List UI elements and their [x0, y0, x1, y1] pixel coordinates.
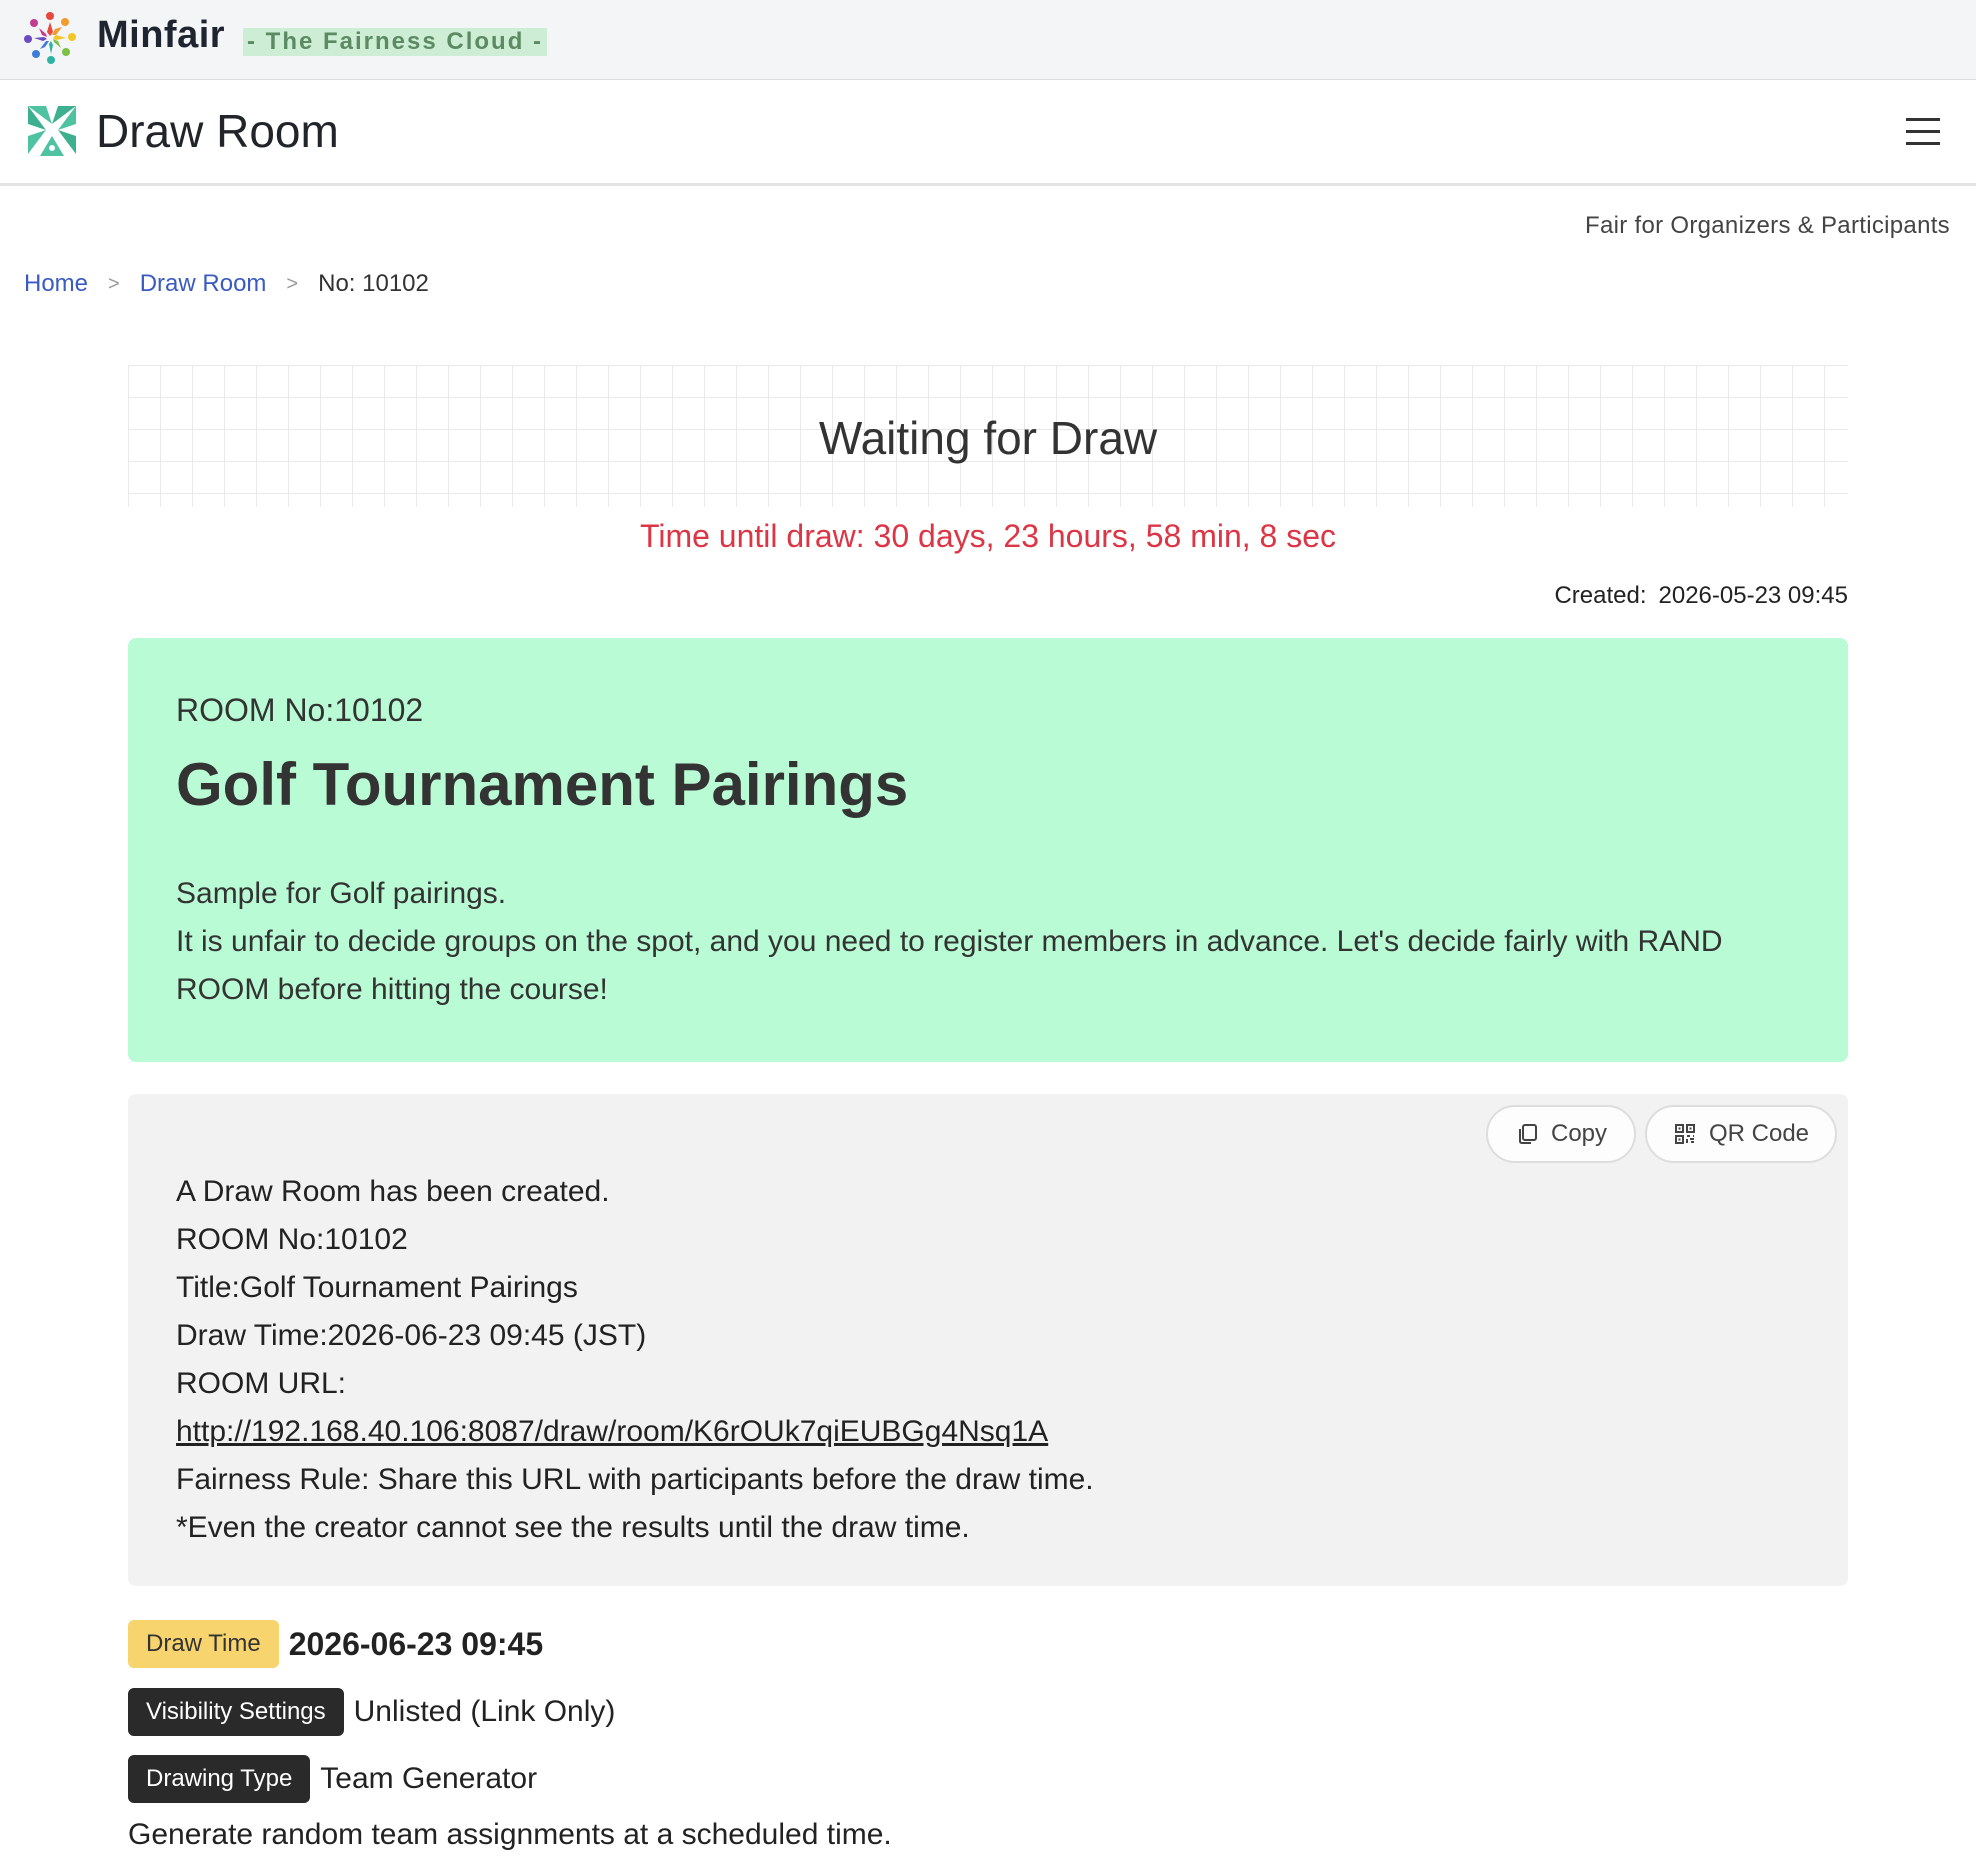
page-title: Draw Room [96, 105, 339, 157]
room-description-line: It is unfair to decide groups on the spo… [176, 925, 1723, 1006]
qr-code-button-label: QR Code [1708, 1120, 1810, 1147]
breadcrumb-home-link[interactable]: Home [24, 270, 88, 298]
qr-code-button[interactable]: QR Code [1645, 1105, 1837, 1163]
countdown-timer: Time until draw: 30 days, 23 hours, 58 m… [639, 518, 1337, 554]
qr-code-icon [1674, 1124, 1695, 1144]
room-url-link[interactable]: http://192.168.40.106:8087/draw/room/K6r… [176, 1415, 1048, 1448]
created-label: Created: [1554, 582, 1647, 609]
room-number: ROOM No:10102 [176, 692, 424, 728]
share-line: Draw Time:2026-06-23 09:45 (JST) [176, 1319, 647, 1352]
minfair-logo-icon[interactable] [22, 10, 78, 66]
visibility-badge: Visibility Settings [128, 1688, 344, 1736]
navbar: Draw Room [0, 80, 1976, 186]
breadcrumb-separator: > [108, 272, 120, 295]
created-value: 2026-05-23 09:45 [1658, 582, 1849, 609]
copy-button-label: Copy [1550, 1120, 1608, 1147]
share-line: ROOM URL: [176, 1367, 347, 1400]
copy-button[interactable]: Copy [1486, 1105, 1636, 1163]
draw-time-badge: Draw Time [128, 1620, 279, 1668]
copy-icon [1518, 1124, 1537, 1144]
status-banner: Waiting for Draw [128, 365, 1848, 507]
visibility-row: Visibility Settings Unlisted (Link Only) [128, 1688, 615, 1736]
created-timestamp: Created: 2026-05-23 09:45 [1554, 582, 1848, 610]
room-description: Sample for Golf pairings. It is unfair t… [176, 870, 1816, 1014]
share-line: *Even the creator cannot see the results… [176, 1511, 970, 1544]
share-message: A Draw Room has been created. ROOM No:10… [176, 1168, 1094, 1552]
breadcrumb-separator: > [286, 272, 299, 295]
status-heading: Waiting for Draw [818, 412, 1158, 464]
draw-time-row: Draw Time 2026-06-23 09:45 [128, 1620, 543, 1668]
breadcrumb-draw-room-link[interactable]: Draw Room [140, 270, 267, 298]
share-line: Fairness Rule: Share this URL with parti… [176, 1463, 1094, 1496]
room-card: ROOM No:10102 Golf Tournament Pairings S… [128, 638, 1848, 1062]
drawing-type-badge: Drawing Type [128, 1755, 311, 1803]
drawing-type-description: Generate random team assignments at a sc… [128, 1818, 892, 1851]
menu-icon[interactable] [1900, 118, 1946, 148]
room-description-line: Sample for Golf pairings. [176, 877, 507, 910]
share-line: A Draw Room has been created. [176, 1175, 610, 1208]
brand-name[interactable]: Minfair [97, 14, 225, 57]
drawing-type-row: Drawing Type Team Generator [128, 1755, 537, 1803]
share-box: Copy QR Code A Draw Room has been create… [128, 1094, 1848, 1586]
breadcrumb-current: No: 10102 [318, 270, 429, 297]
breadcrumb: Home > Draw Room > No: 10102 [24, 270, 429, 298]
drawing-type-value: Team Generator [320, 1762, 538, 1795]
room-title: Golf Tournament Pairings [176, 751, 909, 818]
visibility-value: Unlisted (Link Only) [353, 1695, 616, 1728]
share-line: Title:Golf Tournament Pairings [176, 1271, 578, 1304]
brand-bar: Minfair - The Fairness Cloud - [0, 0, 1976, 80]
share-line: ROOM No:10102 [176, 1223, 408, 1256]
draw-room-logo-icon[interactable] [24, 102, 80, 158]
brand-tagline: - The Fairness Cloud - [243, 28, 548, 56]
site-subtitle: Fair for Organizers & Participants [1585, 212, 1950, 239]
draw-time-value: 2026-06-23 09:45 [288, 1625, 544, 1662]
